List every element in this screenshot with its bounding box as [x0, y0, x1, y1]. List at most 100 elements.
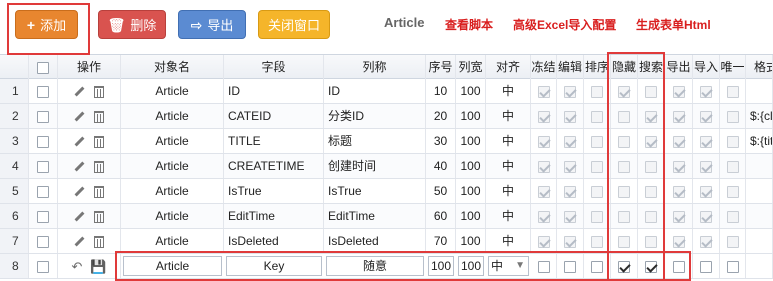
hide-checkbox[interactable]: [618, 85, 630, 98]
align-select[interactable]: 中 ▼: [488, 256, 529, 276]
unique-checkbox[interactable]: [726, 185, 739, 198]
edit-icon[interactable]: [74, 86, 85, 97]
table-row[interactable]: 3 Article TITLE 标题 30 100 中 $:{tit: [0, 129, 773, 154]
import-checkbox[interactable]: [700, 160, 712, 173]
unique-checkbox[interactable]: [726, 85, 739, 98]
edit-icon[interactable]: [74, 236, 85, 247]
import-checkbox[interactable]: [700, 210, 712, 223]
seq-input[interactable]: 100: [428, 256, 454, 276]
hide-checkbox[interactable]: [618, 260, 630, 273]
unique-checkbox[interactable]: [726, 260, 739, 273]
import-checkbox[interactable]: [700, 135, 712, 148]
export-checkbox[interactable]: [672, 260, 685, 273]
freeze-checkbox[interactable]: [537, 160, 550, 173]
save-icon[interactable]: 💾: [90, 255, 106, 278]
hide-checkbox[interactable]: [618, 110, 630, 123]
export-checkbox[interactable]: [672, 210, 685, 223]
delete-row-icon[interactable]: [94, 85, 104, 98]
select-all-checkbox[interactable]: [37, 61, 49, 74]
freeze-checkbox[interactable]: [537, 85, 550, 98]
import-checkbox[interactable]: [700, 235, 712, 248]
undo-icon[interactable]: ↶: [71, 255, 82, 278]
unique-checkbox[interactable]: [726, 110, 739, 123]
edit-icon[interactable]: [74, 111, 85, 122]
sort-checkbox[interactable]: [591, 185, 603, 198]
freeze-checkbox[interactable]: [537, 235, 550, 248]
freeze-checkbox[interactable]: [537, 110, 550, 123]
sort-checkbox[interactable]: [591, 85, 603, 98]
freeze-checkbox[interactable]: [537, 135, 550, 148]
delete-row-icon[interactable]: [94, 235, 104, 248]
sort-checkbox[interactable]: [591, 260, 603, 273]
search-checkbox[interactable]: [645, 185, 657, 198]
edit-checkbox[interactable]: [564, 135, 576, 148]
export-checkbox[interactable]: [672, 110, 685, 123]
search-checkbox[interactable]: [645, 85, 657, 98]
edit-checkbox[interactable]: [564, 85, 576, 98]
search-checkbox[interactable]: [645, 260, 657, 273]
unique-checkbox[interactable]: [726, 135, 739, 148]
edit-checkbox[interactable]: [564, 235, 576, 248]
table-row[interactable]: 4 Article CREATETIME 创建时间 40 100 中: [0, 154, 773, 179]
search-checkbox[interactable]: [645, 210, 657, 223]
sort-checkbox[interactable]: [591, 135, 603, 148]
row-select-checkbox[interactable]: [37, 135, 49, 148]
sort-checkbox[interactable]: [591, 210, 603, 223]
table-row[interactable]: 1 Article ID ID 10 100 中: [0, 79, 773, 104]
freeze-checkbox[interactable]: [537, 260, 550, 273]
table-row[interactable]: 2 Article CATEID 分类ID 20 100 中 $:{cl: [0, 104, 773, 129]
unique-checkbox[interactable]: [726, 210, 739, 223]
row-select-checkbox[interactable]: [37, 185, 49, 198]
search-checkbox[interactable]: [645, 160, 657, 173]
search-checkbox[interactable]: [645, 135, 657, 148]
header-select[interactable]: [29, 55, 58, 79]
row-select-checkbox[interactable]: [37, 110, 49, 123]
row-select-checkbox[interactable]: [37, 210, 49, 223]
edit-icon[interactable]: [74, 186, 85, 197]
export-checkbox[interactable]: [672, 85, 685, 98]
unique-checkbox[interactable]: [726, 160, 739, 173]
edit-checkbox[interactable]: [564, 160, 576, 173]
delete-row-icon[interactable]: [94, 135, 104, 148]
close-window-button[interactable]: 关闭窗口: [258, 10, 330, 39]
delete-row-icon[interactable]: [94, 185, 104, 198]
edit-checkbox[interactable]: [564, 260, 576, 273]
row-select-checkbox[interactable]: [37, 85, 49, 98]
import-checkbox[interactable]: [700, 260, 712, 273]
hide-checkbox[interactable]: [618, 160, 630, 173]
freeze-checkbox[interactable]: [537, 210, 550, 223]
view-script-link[interactable]: 查看脚本: [445, 16, 493, 33]
edit-checkbox[interactable]: [564, 210, 576, 223]
row-select-checkbox[interactable]: [37, 160, 49, 173]
unique-checkbox[interactable]: [726, 235, 739, 248]
column-title-input[interactable]: 随意: [326, 256, 424, 276]
delete-row-icon[interactable]: [94, 160, 104, 173]
sort-checkbox[interactable]: [591, 235, 603, 248]
delete-row-icon[interactable]: [94, 210, 104, 223]
export-button[interactable]: ⇨ 导出: [178, 10, 246, 39]
editing-row[interactable]: 8 ↶ 💾 Article Key 随意 100 100 中 ▼: [0, 254, 773, 279]
sort-checkbox[interactable]: [591, 160, 603, 173]
edit-icon[interactable]: [74, 136, 85, 147]
object-name-input[interactable]: Article: [123, 256, 222, 276]
hide-checkbox[interactable]: [618, 235, 630, 248]
field-input[interactable]: Key: [226, 256, 322, 276]
sort-checkbox[interactable]: [591, 110, 603, 123]
hide-checkbox[interactable]: [618, 135, 630, 148]
freeze-checkbox[interactable]: [537, 185, 550, 198]
hide-checkbox[interactable]: [618, 210, 630, 223]
row-select-checkbox[interactable]: [37, 235, 49, 248]
table-row[interactable]: 6 Article EditTime EditTime 60 100 中: [0, 204, 773, 229]
search-checkbox[interactable]: [645, 235, 657, 248]
delete-button[interactable]: 🗑 删除: [98, 10, 166, 39]
edit-checkbox[interactable]: [564, 185, 576, 198]
generate-form-html-link[interactable]: 生成表单Html: [636, 16, 711, 33]
table-row[interactable]: 5 Article IsTrue IsTrue 50 100 中: [0, 179, 773, 204]
import-checkbox[interactable]: [700, 110, 712, 123]
hide-checkbox[interactable]: [618, 185, 630, 198]
edit-checkbox[interactable]: [564, 110, 576, 123]
width-input[interactable]: 100: [458, 256, 484, 276]
edit-icon[interactable]: [74, 211, 85, 222]
import-checkbox[interactable]: [700, 185, 712, 198]
export-checkbox[interactable]: [672, 135, 685, 148]
